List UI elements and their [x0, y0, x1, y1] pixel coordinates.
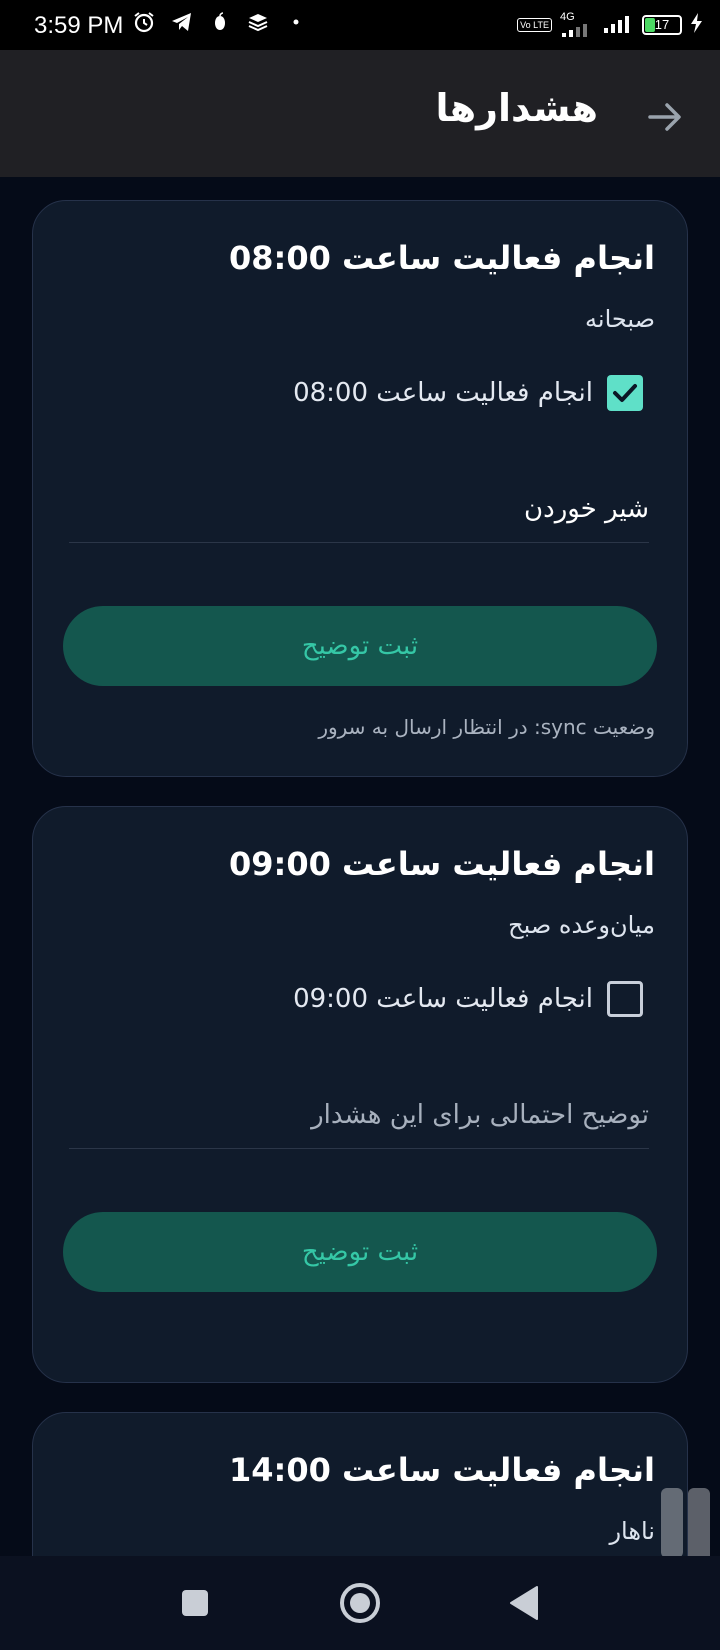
home-button[interactable] — [335, 1578, 385, 1628]
note-input[interactable] — [69, 483, 649, 543]
alert-title: انجام فعالیت ساعت 08:00 — [229, 239, 655, 277]
layers-icon — [246, 10, 270, 34]
signal-4g-icon: 4G — [560, 12, 594, 37]
alert-subtitle: میان‌وعده صبح — [508, 911, 655, 939]
back-button[interactable] — [640, 92, 690, 142]
alert-title: انجام فعالیت ساعت 09:00 — [229, 845, 655, 883]
recents-button[interactable] — [170, 1578, 220, 1628]
note-input[interactable] — [69, 1089, 649, 1149]
alert-card: انجام فعالیت ساعت 09:00 میان‌وعده صبح ان… — [32, 806, 688, 1383]
alert-subtitle: صبحانه — [585, 305, 655, 333]
status-notification-icons — [132, 10, 308, 34]
arrow-right-icon — [648, 103, 681, 131]
activity-checkbox[interactable] — [607, 375, 643, 411]
charging-icon — [690, 12, 704, 37]
sync-status: وضعیت sync: در انتظار ارسال به سرور — [318, 715, 655, 739]
system-nav-bar — [0, 1556, 720, 1650]
checkmark-icon — [613, 384, 637, 402]
nav-back-button[interactable] — [500, 1578, 550, 1628]
signal-icon — [602, 13, 634, 37]
save-note-button[interactable]: ثبت توضیح — [63, 1212, 657, 1292]
activity-checkbox-row[interactable]: انجام فعالیت ساعت 09:00 — [293, 981, 643, 1017]
save-note-button[interactable]: ثبت توضیح — [63, 606, 657, 686]
alarm-icon — [132, 10, 156, 34]
page-title: هشدارها — [435, 86, 598, 130]
status-system-icons: Vo LTE 4G 17 — [517, 12, 704, 37]
checkbox-label: انجام فعالیت ساعت 09:00 — [293, 984, 593, 1014]
circle-icon — [340, 1583, 380, 1623]
activity-checkbox[interactable] — [607, 981, 643, 1017]
battery-icon: 17 — [642, 14, 682, 35]
alert-title: انجام فعالیت ساعت 14:00 — [229, 1451, 655, 1489]
checkbox-label: انجام فعالیت ساعت 08:00 — [293, 378, 593, 408]
volte-icon: Vo LTE — [517, 17, 552, 32]
status-time: 3:59 PM — [34, 12, 124, 39]
square-icon — [182, 1590, 208, 1616]
status-bar: 3:59 PM Vo LTE 4G 17 — [0, 0, 720, 50]
app-notification-icon — [208, 10, 232, 34]
app-header: هشدارها — [0, 50, 720, 177]
activity-checkbox-row[interactable]: انجام فعالیت ساعت 08:00 — [293, 375, 643, 411]
more-notifications-dot-icon — [284, 10, 308, 34]
telegram-icon — [170, 10, 194, 34]
triangle-back-icon — [510, 1586, 538, 1620]
alert-card: انجام فعالیت ساعت 08:00 صبحانه انجام فعا… — [32, 200, 688, 777]
